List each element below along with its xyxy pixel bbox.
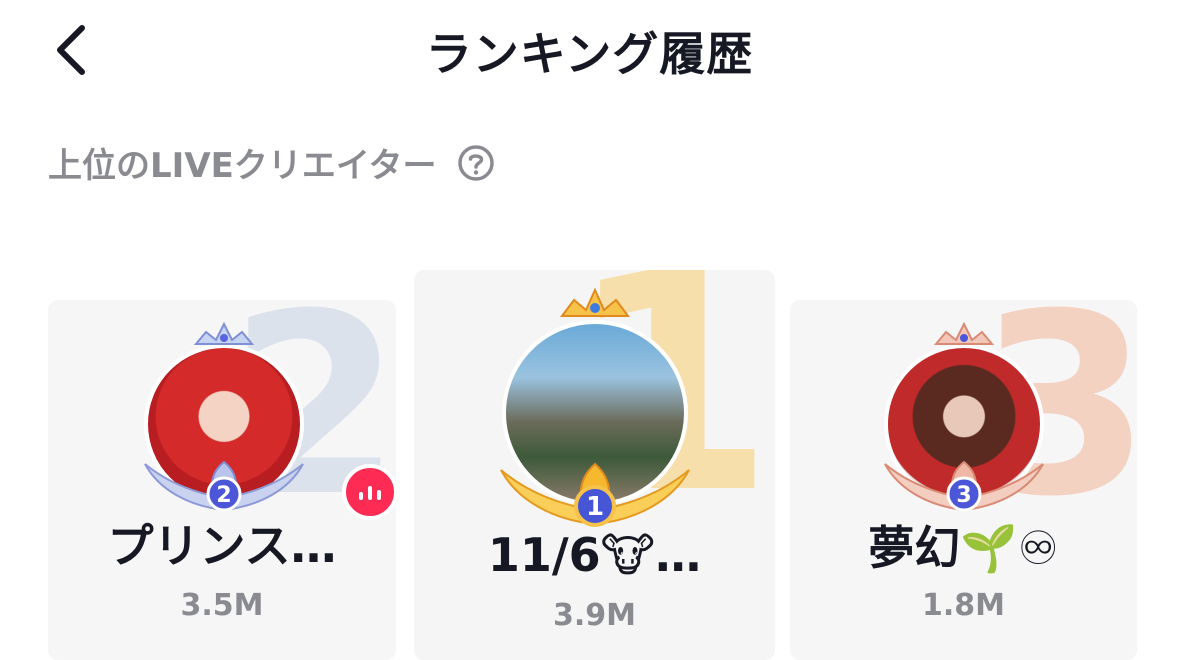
ranking-card-2[interactable]: 2 2 プリンス… 3.5M	[48, 300, 396, 660]
avatar-group: 3	[884, 322, 1044, 514]
svg-text:1: 1	[586, 492, 604, 522]
creator-name: プリンス…	[107, 519, 337, 573]
section-label: 上位のLIVEクリエイター	[48, 146, 437, 186]
laurel-rank-badge-icon: 1	[500, 462, 690, 527]
section-header: 上位のLIVEクリエイター	[48, 138, 495, 187]
creator-score: 3.5M	[180, 588, 264, 623]
creator-score: 3.9M	[553, 598, 636, 633]
laurel-rank-badge-icon: 3	[884, 460, 1044, 512]
live-audio-icon	[359, 486, 381, 500]
svg-text:2: 2	[216, 483, 231, 508]
creator-name: 夢幻🌱♾	[868, 521, 1059, 575]
question-circle-icon[interactable]	[457, 144, 495, 182]
svg-text:3: 3	[956, 483, 971, 508]
creator-name: 11/6🐮…	[487, 528, 702, 582]
crown-icon	[560, 288, 630, 317]
avatar-group: 2	[144, 322, 396, 520]
avatar-group: 1	[500, 288, 690, 527]
ranking-card-3[interactable]: 3 3 夢幻🌱♾ 1.8M	[790, 300, 1137, 660]
ranking-card-1[interactable]: 1 1 11/6🐮… 3.9M	[414, 270, 775, 660]
crown-icon	[193, 322, 255, 345]
laurel-rank-badge-icon: 2	[144, 460, 304, 512]
crown-icon	[933, 322, 995, 345]
creator-score: 1.8M	[922, 588, 1005, 623]
page-title: ランキング履歴	[425, 27, 754, 81]
header: ランキング履歴	[0, 0, 1179, 100]
